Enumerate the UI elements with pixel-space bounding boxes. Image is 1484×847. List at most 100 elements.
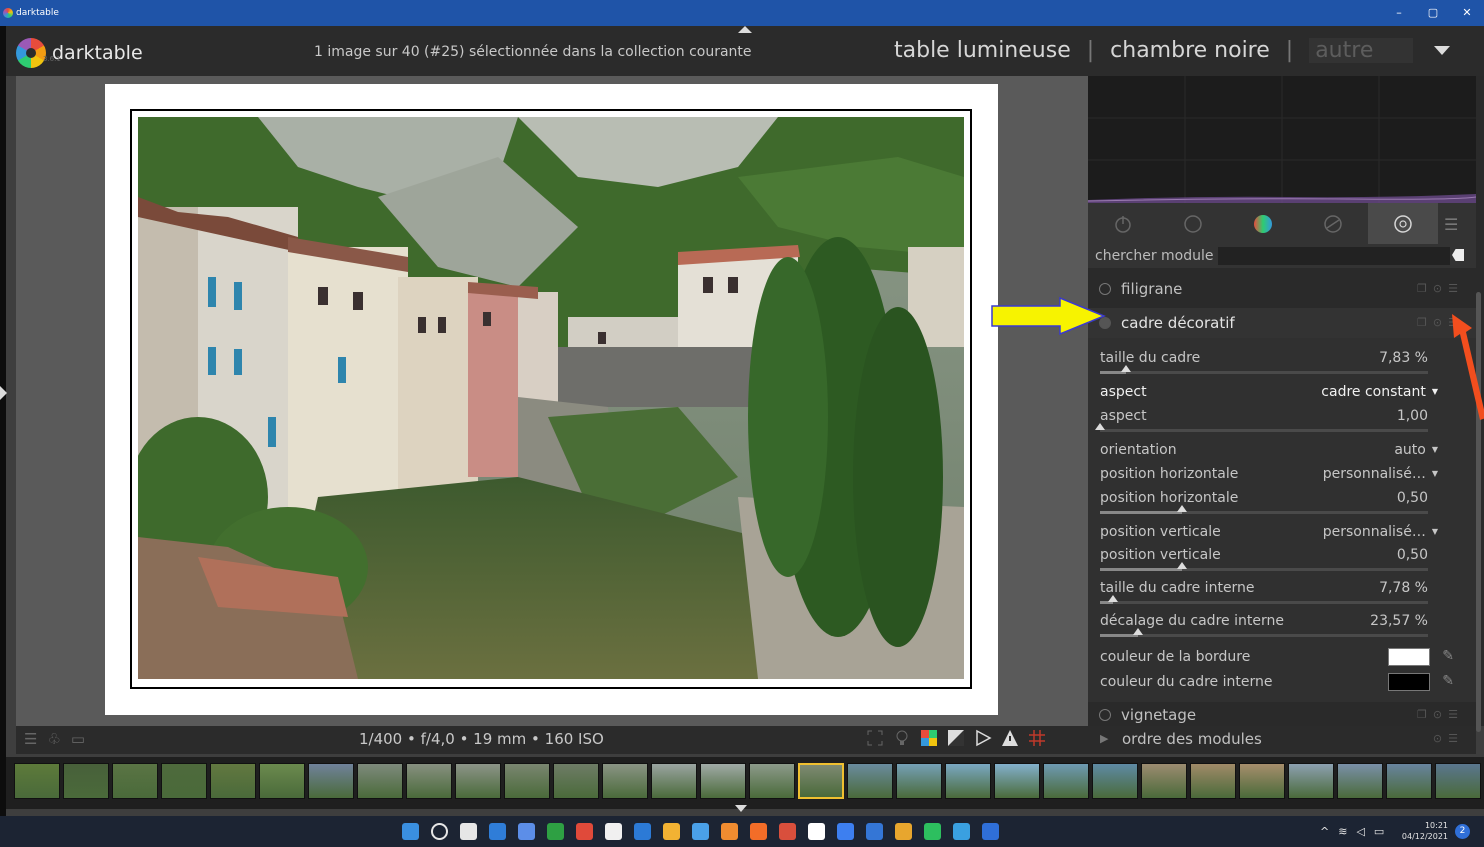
module-group-color[interactable] [1228, 203, 1298, 245]
module-group-base[interactable] [1158, 203, 1228, 245]
slider-inner-frame-size[interactable] [1100, 595, 1428, 604]
volume-icon[interactable]: ◁ [1356, 825, 1364, 838]
color-picker-icon[interactable]: ✎ [1442, 673, 1454, 689]
filmstrip-thumb[interactable] [210, 763, 256, 799]
filmstrip-thumb[interactable] [700, 763, 746, 799]
filmstrip-thumb[interactable] [945, 763, 991, 799]
slider-marker[interactable] [1133, 628, 1143, 635]
reset-icon[interactable]: ⊙ [1433, 732, 1442, 745]
reset-icon[interactable]: ⊙ [1433, 282, 1442, 295]
taskbar-app-icon[interactable] [924, 823, 941, 840]
slider-marker[interactable] [1121, 365, 1131, 372]
view-other[interactable]: autre [1309, 38, 1414, 63]
filmstrip-thumb[interactable] [504, 763, 550, 799]
close-button[interactable]: ✕ [1450, 0, 1484, 26]
filmstrip-thumb[interactable] [749, 763, 795, 799]
softproof-icon[interactable] [920, 729, 938, 747]
taskbar-app-icon[interactable] [692, 823, 709, 840]
styles-icon[interactable]: ♧ [47, 730, 60, 748]
filmstrip-thumb[interactable] [1141, 763, 1187, 799]
filmstrip-thumb[interactable] [847, 763, 893, 799]
expand-arrow-icon[interactable]: ▶ [1100, 732, 1108, 745]
filmstrip-thumb[interactable] [308, 763, 354, 799]
filmstrip-thumb[interactable] [1190, 763, 1236, 799]
param-aspect-value[interactable]: aspect 1,00 [1100, 408, 1428, 424]
clock[interactable]: 10:21 04/12/2021 [1398, 820, 1448, 842]
filmstrip-thumb[interactable] [1092, 763, 1138, 799]
module-group-active[interactable] [1088, 203, 1158, 245]
slider-marker[interactable] [1108, 595, 1118, 602]
taskbar-app-icon[interactable] [837, 823, 854, 840]
multi-instance-icon[interactable]: ❐ [1417, 282, 1427, 295]
color-picker-icon[interactable]: ✎ [1442, 648, 1454, 664]
image-preview[interactable] [138, 117, 964, 679]
color-assessment-icon[interactable] [893, 729, 911, 747]
filmstrip-thumb[interactable] [406, 763, 452, 799]
filmstrip-thumb[interactable] [1043, 763, 1089, 799]
minimize-button[interactable]: – [1382, 0, 1416, 26]
module-group-effect[interactable] [1368, 203, 1438, 245]
battery-icon[interactable]: ▭ [1374, 825, 1384, 838]
presets-icon[interactable]: ☰ [1448, 282, 1458, 295]
overexposed-icon[interactable] [974, 729, 992, 747]
taskbar-app-icon[interactable] [982, 823, 999, 840]
border-color-swatch[interactable] [1388, 648, 1430, 666]
filmstrip-thumb[interactable] [14, 763, 60, 799]
param-inner-frame-size[interactable]: taille du cadre interne 7,78 % [1100, 580, 1428, 596]
filmstrip-thumb[interactable] [63, 763, 109, 799]
left-panel-toggle-icon[interactable] [0, 386, 7, 400]
taskbar-app-icon[interactable] [808, 823, 825, 840]
filmstrip-thumb[interactable] [1337, 763, 1383, 799]
filmstrip-thumb-selected[interactable] [798, 763, 844, 799]
slider-frame-size[interactable] [1100, 365, 1428, 374]
taskbar-app-icon[interactable] [431, 823, 448, 840]
presets-icon[interactable]: ☰ [1448, 708, 1458, 721]
wifi-icon[interactable]: ≋ [1338, 825, 1347, 838]
param-border-color[interactable]: couleur de la bordure [1100, 649, 1428, 665]
filmstrip-thumb[interactable] [259, 763, 305, 799]
filmstrip-thumb[interactable] [1239, 763, 1285, 799]
param-vertical-position-mode[interactable]: position verticale personnalisé… ▼ [1100, 524, 1438, 540]
slider-marker[interactable] [1095, 423, 1105, 430]
module-power-icon[interactable] [1099, 283, 1111, 295]
notification-badge[interactable]: 2 [1455, 824, 1470, 839]
param-horizontal-position-value[interactable]: position horizontale 0,50 [1100, 490, 1428, 506]
gamut-check-icon[interactable] [947, 729, 965, 747]
filmstrip-thumb[interactable] [994, 763, 1040, 799]
filmstrip-thumb[interactable] [357, 763, 403, 799]
param-aspect-mode[interactable]: aspect cadre constant ▼ [1100, 384, 1438, 400]
filmstrip-thumb[interactable] [651, 763, 697, 799]
multi-instance-icon[interactable]: ❐ [1417, 316, 1427, 329]
filmstrip-thumb[interactable] [112, 763, 158, 799]
taskbar-app-icon[interactable] [460, 823, 477, 840]
slider-vertical-position[interactable] [1100, 562, 1428, 571]
reset-icon[interactable]: ⊙ [1433, 708, 1442, 721]
param-frame-size[interactable]: taille du cadre 7,83 % [1100, 350, 1428, 366]
filmstrip[interactable] [6, 757, 1484, 809]
top-panel-toggle-icon[interactable] [738, 26, 752, 33]
menu-icon[interactable]: ☰ [24, 730, 37, 748]
module-power-icon[interactable] [1099, 709, 1111, 721]
focus-peaking-icon[interactable] [866, 729, 884, 747]
slider-marker[interactable] [1177, 562, 1187, 569]
guides-icon[interactable] [1028, 729, 1046, 747]
view-darkroom[interactable]: chambre noire [1110, 38, 1270, 63]
taskbar-app-icon[interactable] [721, 823, 738, 840]
param-inner-frame-color[interactable]: couleur du cadre interne [1100, 674, 1428, 690]
taskbar-app-icon[interactable] [866, 823, 883, 840]
raw-overexposed-icon[interactable] [1001, 729, 1019, 747]
param-orientation[interactable]: orientation auto ▼ [1100, 442, 1438, 458]
filmstrip-thumb[interactable] [455, 763, 501, 799]
reset-icon[interactable]: ⊙ [1433, 316, 1442, 329]
slider-aspect[interactable] [1095, 423, 1428, 432]
slider-inner-frame-offset[interactable] [1100, 628, 1428, 637]
taskbar-app-icon[interactable] [895, 823, 912, 840]
slider-marker[interactable] [1177, 505, 1187, 512]
module-header-filigrane[interactable]: filigrane ❐ ⊙ ☰ [1088, 274, 1476, 304]
filmstrip-thumb[interactable] [1435, 763, 1481, 799]
filmstrip-thumb[interactable] [161, 763, 207, 799]
param-vertical-position-value[interactable]: position verticale 0,50 [1100, 547, 1428, 563]
module-header-cadre-decoratif[interactable]: cadre décoratif ❐⊙☰ [1088, 308, 1476, 338]
filmstrip-thumb[interactable] [896, 763, 942, 799]
taskbar-app-icon[interactable] [605, 823, 622, 840]
